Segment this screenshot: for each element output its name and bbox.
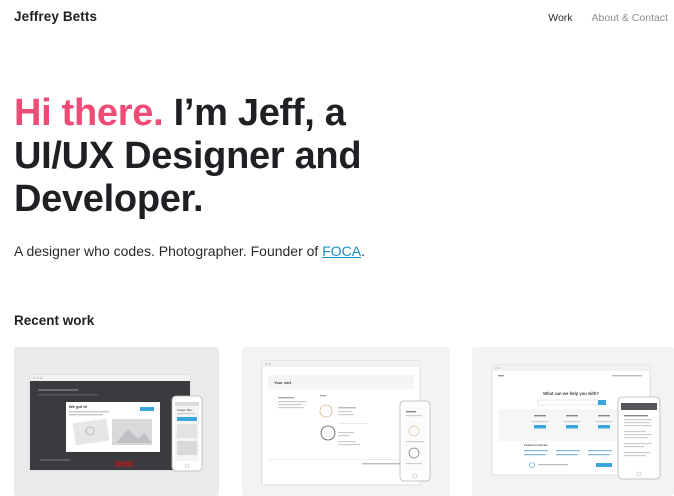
nav-item-work[interactable]: Work [548, 12, 572, 24]
hero-heading: Hi there. I’m Jeff, a UI/UX Designer and… [14, 92, 454, 221]
foca-link[interactable]: FOCA [322, 243, 361, 259]
project-2-thumbnail: Your cart [261, 360, 431, 486]
recent-work-heading: Recent work [14, 313, 95, 328]
hero-greeting: Hi there. [14, 92, 164, 134]
nav-item-about-contact[interactable]: About & Contact [592, 12, 668, 24]
tagline-suffix: . [361, 243, 365, 259]
project-1-thumbnail: We got it! Image Title [29, 374, 203, 472]
main-nav: Work About & Contact [548, 12, 668, 24]
site-brand[interactable]: Jeffrey Betts [14, 9, 97, 24]
project-3-mock-subheading: Featured articles [524, 443, 548, 447]
hero-line-2: UI/UX Designer and [14, 135, 362, 177]
project-3-mock-heading: What can we help you with? [543, 391, 599, 396]
site-header: Jeffrey Betts Work About & Contact [0, 0, 674, 36]
hero-line-3: Developer. [14, 178, 204, 220]
project-2-mock-heading: Your cart [274, 380, 292, 385]
project-1-mock-subheading: Image Title [177, 408, 192, 412]
tagline-text: A designer who codes. Photographer. Foun… [14, 243, 323, 259]
project-card-3[interactable]: What can we help you with? Featured arti… [472, 347, 674, 496]
project-card-1[interactable]: We got it! Image Title [14, 347, 219, 496]
project-3-thumbnail: What can we help you with? Featured arti… [491, 364, 661, 480]
hero-line-1: I’m Jeff, a [163, 92, 346, 134]
project-card-2[interactable]: Your cart [242, 347, 450, 496]
tagline: A designer who codes. Photographer. Foun… [14, 243, 365, 259]
project-1-mock-heading: We got it! [69, 404, 87, 409]
